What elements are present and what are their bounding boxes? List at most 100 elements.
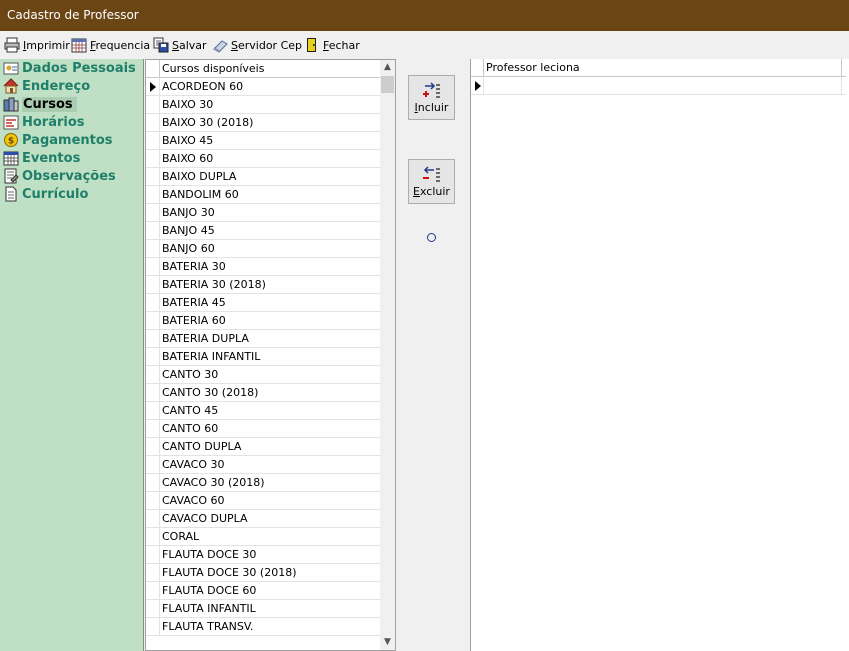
course-name[interactable]: CAVACO 60	[159, 492, 381, 509]
list-item[interactable]: BAIXO DUPLA	[146, 168, 380, 186]
course-name[interactable]: BAIXO 45	[159, 132, 381, 149]
list-item[interactable]: BAIXO 30 (2018)	[146, 114, 380, 132]
course-name[interactable]: BAIXO 60	[159, 150, 381, 167]
column-header-professor-leciona[interactable]: Professor leciona	[483, 59, 842, 76]
course-name[interactable]: CANTO 45	[159, 402, 381, 419]
list-item[interactable]: BANDOLIM 60	[146, 186, 380, 204]
excluir-button[interactable]: Excluir	[408, 159, 455, 204]
table-row[interactable]	[471, 77, 846, 95]
course-name[interactable]: BATERIA 30	[159, 258, 381, 275]
course-name[interactable]: BAIXO 30	[159, 96, 381, 113]
course-name[interactable]: BAIXO 30 (2018)	[159, 114, 381, 131]
sidebar-item-curriculo[interactable]: Currículo	[3, 185, 88, 203]
course-name[interactable]: FLAUTA TRANSV.	[159, 618, 381, 635]
course-name[interactable]: BANJO 30	[159, 204, 381, 221]
list-item[interactable]: FLAUTA DOCE 60	[146, 582, 380, 600]
course-name[interactable]: FLAUTA DOCE 60	[159, 582, 381, 599]
course-name[interactable]: BATERIA 60	[159, 312, 381, 329]
row-indicator	[146, 546, 159, 563]
list-item[interactable]: CAVACO DUPLA	[146, 510, 380, 528]
sidebar-item-endereco[interactable]: Endereço	[3, 77, 90, 95]
sidebar-item-cursos[interactable]: Cursos	[3, 95, 77, 113]
list-item[interactable]: CANTO 30	[146, 366, 380, 384]
table-cell[interactable]	[483, 77, 842, 94]
course-name[interactable]: CORAL	[159, 528, 381, 545]
sidebar-item-label: Dados Pessoais	[22, 60, 136, 76]
course-name[interactable]: BANJO 45	[159, 222, 381, 239]
list-item[interactable]: BAIXO 45	[146, 132, 380, 150]
transfer-actions: Incluir Excluir	[397, 59, 469, 651]
list-item[interactable]: ACORDEON 60	[146, 78, 380, 96]
list-item[interactable]: BAIXO 60	[146, 150, 380, 168]
course-name[interactable]: ACORDEON 60	[159, 78, 381, 95]
fechar-button[interactable]: Fechar	[304, 36, 360, 54]
list-item[interactable]: FLAUTA TRANSV.	[146, 618, 380, 636]
list-item[interactable]: BAIXO 30	[146, 96, 380, 114]
list-item[interactable]: BATERIA INFANTIL	[146, 348, 380, 366]
frequencia-button[interactable]: Frequencia	[71, 36, 150, 54]
row-indicator	[146, 96, 159, 113]
course-name[interactable]: CAVACO DUPLA	[159, 510, 381, 527]
sidebar-item-observacoes[interactable]: Observações	[3, 167, 116, 185]
vertical-scrollbar[interactable]: ▲ ▼	[380, 60, 395, 650]
scroll-thumb[interactable]	[381, 76, 394, 93]
list-item[interactable]: BATERIA DUPLA	[146, 330, 380, 348]
list-item[interactable]: BATERIA 45	[146, 294, 380, 312]
course-name[interactable]: CANTO 30 (2018)	[159, 384, 381, 401]
course-name[interactable]: FLAUTA DOCE 30 (2018)	[159, 564, 381, 581]
list-item[interactable]: BATERIA 30 (2018)	[146, 276, 380, 294]
servidor-cep-button[interactable]: Servidor Cep	[212, 36, 302, 54]
list-item[interactable]: BANJO 60	[146, 240, 380, 258]
excluir-label: xcluir	[419, 184, 450, 198]
sidebar-item-pagamentos[interactable]: $ Pagamentos	[3, 131, 113, 149]
course-name[interactable]: FLAUTA INFANTIL	[159, 600, 381, 617]
list-item[interactable]: CANTO 30 (2018)	[146, 384, 380, 402]
list-item[interactable]: CANTO 45	[146, 402, 380, 420]
course-name[interactable]: BANDOLIM 60	[159, 186, 381, 203]
row-indicator-icon	[475, 81, 481, 91]
list-item[interactable]: FLAUTA DOCE 30	[146, 546, 380, 564]
list-item[interactable]: FLAUTA INFANTIL	[146, 600, 380, 618]
servidor-cep-mnemonic: S	[231, 38, 238, 52]
imprimir-button[interactable]: Imprimir	[4, 36, 70, 54]
list-item[interactable]: FLAUTA DOCE 30 (2018)	[146, 564, 380, 582]
list-item[interactable]: CANTO DUPLA	[146, 438, 380, 456]
column-header-cursos[interactable]: Cursos disponíveis	[159, 60, 264, 77]
course-name[interactable]: CANTO 60	[159, 420, 381, 437]
sidebar-item-horarios[interactable]: Horários	[3, 113, 85, 131]
books-icon	[3, 96, 19, 112]
course-name[interactable]: BAIXO DUPLA	[159, 168, 381, 185]
course-name[interactable]: BANJO 60	[159, 240, 381, 257]
course-name[interactable]: CAVACO 30 (2018)	[159, 474, 381, 491]
course-name[interactable]: CANTO 30	[159, 366, 381, 383]
printer-icon	[4, 37, 20, 53]
course-name[interactable]: CAVACO 30	[159, 456, 381, 473]
frequencia-label: requencia	[95, 38, 151, 52]
incluir-button[interactable]: Incluir	[408, 75, 455, 120]
sidebar-item-eventos[interactable]: Eventos	[3, 149, 80, 167]
list-item[interactable]: CAVACO 60	[146, 492, 380, 510]
teacher-courses-grid[interactable]: Professor leciona	[470, 59, 849, 651]
list-item[interactable]: CORAL	[146, 528, 380, 546]
course-name[interactable]: BATERIA INFANTIL	[159, 348, 381, 365]
course-name[interactable]: BATERIA 30 (2018)	[159, 276, 381, 293]
row-indicator	[146, 618, 159, 635]
course-name[interactable]: BATERIA DUPLA	[159, 330, 381, 347]
scroll-down-icon[interactable]: ▼	[380, 635, 395, 650]
list-item[interactable]: BANJO 45	[146, 222, 380, 240]
list-item[interactable]: CAVACO 30	[146, 456, 380, 474]
course-name[interactable]: FLAUTA DOCE 30	[159, 546, 381, 563]
list-item[interactable]: BANJO 30	[146, 204, 380, 222]
course-name[interactable]: BATERIA 45	[159, 294, 381, 311]
row-indicator	[146, 348, 159, 365]
scroll-up-icon[interactable]: ▲	[380, 60, 395, 75]
list-item[interactable]: BATERIA 60	[146, 312, 380, 330]
course-name[interactable]: CANTO DUPLA	[159, 438, 381, 455]
row-indicator	[146, 438, 159, 455]
available-courses-grid[interactable]: Cursos disponíveis ACORDEON 60 BAIXO 30 BA…	[145, 59, 396, 651]
list-item[interactable]: BATERIA 30	[146, 258, 380, 276]
sidebar-item-dados-pessoais[interactable]: Dados Pessoais	[3, 59, 136, 77]
list-item[interactable]: CAVACO 30 (2018)	[146, 474, 380, 492]
list-item[interactable]: CANTO 60	[146, 420, 380, 438]
salvar-button[interactable]: Salvar	[153, 36, 207, 54]
